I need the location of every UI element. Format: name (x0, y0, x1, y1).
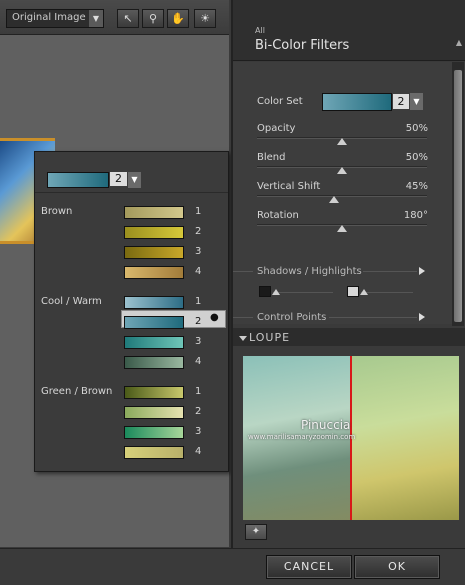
color-set-option-number: 2 (195, 406, 202, 417)
arrow-icon: ↖ (123, 12, 133, 25)
chevron-down-icon[interactable]: ▼ (128, 172, 141, 188)
expand-arrow-icon[interactable] (419, 313, 425, 321)
color-set-option[interactable] (124, 266, 184, 279)
color-set-option-number: 3 (195, 246, 202, 257)
light-icon: ☀ (200, 12, 210, 25)
color-set-option-number: 3 (195, 336, 202, 347)
color-set-option-number: 2 (195, 226, 202, 237)
slider-track[interactable] (257, 195, 427, 197)
section-divider (363, 271, 417, 272)
color-set-label: Color Set (257, 96, 303, 107)
selected-dot-icon: ● (210, 312, 219, 323)
section-divider (233, 317, 253, 318)
slider-label: Vertical Shift (257, 181, 321, 192)
panel-scrollbar-thumb[interactable] (454, 70, 462, 322)
color-set-option-number: 1 (195, 386, 202, 397)
section-divider (233, 271, 253, 272)
shadow-swatch[interactable] (259, 286, 271, 297)
chevron-down-icon[interactable]: ▼ (410, 93, 423, 110)
slider-thumb[interactable] (337, 167, 347, 174)
color-set-option-number: 1 (195, 296, 202, 307)
color-set-option[interactable] (124, 446, 184, 459)
view-mode-select[interactable]: Original Image ▼ (6, 9, 104, 28)
shadow-track (273, 292, 333, 293)
slider-label: Rotation (257, 210, 299, 221)
color-set-option-number: 3 (195, 426, 202, 437)
arrow-tool-button[interactable]: ↖ (117, 9, 139, 28)
color-set-option-number: 4 (195, 446, 202, 457)
dropdown-selected-swatch[interactable] (47, 172, 109, 188)
loupe-watermark: Pinuccia (301, 418, 351, 432)
slider-label: Blend (257, 152, 286, 163)
color-set-option[interactable] (124, 386, 184, 399)
slider-value: 45% (405, 181, 428, 192)
scroll-up-icon[interactable]: ▲ (454, 38, 464, 50)
chevron-down-icon: ▼ (89, 10, 103, 27)
hand-tool-button[interactable]: ✋ (167, 9, 189, 28)
color-set-option-number: 1 (195, 206, 202, 217)
pin-icon: ✦ (251, 526, 261, 537)
group-label: Cool / Warm (41, 296, 102, 307)
filter-title: Bi-Color Filters (255, 38, 350, 53)
color-set-option[interactable] (124, 296, 184, 309)
color-set-option[interactable] (124, 356, 184, 369)
dropdown-selected-number: 2 (110, 172, 127, 186)
highlight-track (361, 292, 413, 293)
slider-value: 50% (405, 152, 428, 163)
color-set-option-number: 2 (195, 316, 202, 327)
collapse-arrow-icon[interactable] (239, 336, 247, 341)
color-set-option[interactable] (124, 246, 184, 259)
expand-arrow-icon[interactable] (419, 267, 425, 275)
filter-category: All (255, 26, 265, 35)
color-set-option[interactable] (124, 206, 184, 219)
shadow-slider-thumb[interactable] (272, 289, 280, 295)
color-set-swatch[interactable] (322, 93, 392, 111)
color-set-option[interactable] (124, 336, 184, 349)
hand-icon: ✋ (171, 12, 185, 25)
zoom-icon: ⚲ (148, 12, 158, 25)
control-points-label[interactable]: Control Points (257, 312, 326, 323)
color-set-option[interactable] (124, 406, 184, 419)
slider-thumb[interactable] (337, 225, 347, 232)
slider-thumb[interactable] (337, 138, 347, 145)
view-mode-label: Original Image (12, 12, 86, 23)
loupe-label: LOUPE (249, 331, 291, 344)
dropdown-header: 2 ▼ (35, 152, 228, 193)
bottom-bar: CANCEL OK (0, 548, 465, 585)
zoom-tool-button[interactable]: ⚲ (142, 9, 164, 28)
color-set-option[interactable] (124, 226, 184, 239)
filter-title-box: All Bi-Color Filters (233, 0, 465, 61)
cancel-button[interactable]: CANCEL (266, 555, 352, 579)
slider-value: 50% (405, 123, 428, 134)
highlight-slider-thumb[interactable] (360, 289, 368, 295)
color-set-option-number: 4 (195, 356, 202, 367)
loupe-watermark-url: www.marilisamaryzoomin.com (248, 433, 356, 441)
filter-panel: All Bi-Color Filters ▲ Color Set 2 ▼ Sha… (231, 0, 465, 548)
loupe-pin-button[interactable]: ✦ (245, 524, 267, 540)
group-label: Brown (41, 206, 73, 217)
loupe-filtered-half (351, 356, 459, 520)
preview-toolbar: Original Image ▼ ↖ ⚲ ✋ ☀ (0, 0, 229, 35)
loupe-preview[interactable]: Pinuccia www.marilisamaryzoomin.com (243, 356, 459, 520)
color-set-option[interactable] (124, 426, 184, 439)
slider-thumb[interactable] (328, 196, 339, 203)
slider-label: Opacity (257, 123, 296, 134)
shadows-highlights-label[interactable]: Shadows / Highlights (257, 266, 362, 277)
color-set-option[interactable] (124, 316, 184, 329)
highlight-swatch[interactable] (347, 286, 359, 297)
light-tool-button[interactable]: ☀ (194, 9, 216, 28)
section-divider (329, 317, 417, 318)
color-set-number: 2 (393, 94, 409, 109)
ok-button[interactable]: OK (354, 555, 440, 579)
color-set-option-number: 4 (195, 266, 202, 277)
group-label: Green / Brown (41, 386, 113, 397)
slider-value: 180° (403, 210, 428, 221)
color-set-dropdown[interactable]: 2 ▼ ● Brown 1 2 3 4 Cool / Warm 1 2 3 4 Green / Br… (34, 151, 229, 472)
